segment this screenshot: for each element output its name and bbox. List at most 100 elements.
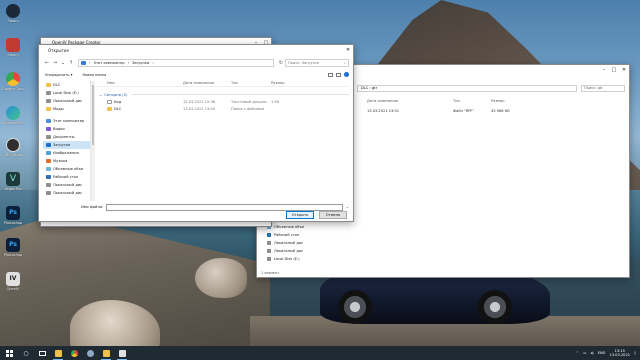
nav-item-documents[interactable]: Документы xyxy=(43,133,90,141)
nav-item-dlc[interactable]: DLC xyxy=(43,81,90,89)
scrollbar-thumb[interactable] xyxy=(92,85,94,145)
refresh-icon[interactable]: ↻ xyxy=(277,59,285,67)
desktop-icon-openiv[interactable]: IV OpenIV xyxy=(2,272,24,291)
downloads-icon xyxy=(81,60,86,65)
taskbar-app-steam[interactable] xyxy=(82,346,98,360)
nav-item-mods[interactable]: Моды xyxy=(43,105,90,113)
desktop-icon-obs[interactable]: OBS Studio xyxy=(2,138,24,157)
explorer-search-input[interactable]: Поиск: gtr xyxy=(581,85,625,92)
file-list: Имя Дата изменения Тип Размер ⌄ Сегодня … xyxy=(97,79,349,201)
nav-item-videos[interactable]: Видео xyxy=(43,125,90,133)
task-view-icon xyxy=(38,350,46,356)
taskbar-app-openiv[interactable] xyxy=(114,346,130,360)
nav-item[interactable]: Локальный дис xyxy=(267,247,304,255)
nav-item-music[interactable]: Музыка xyxy=(43,157,90,165)
preview-pane-icon[interactable] xyxy=(336,72,341,77)
network-icon[interactable]: ▭ xyxy=(583,351,586,355)
column-header-date[interactable]: Дата изменения xyxy=(367,99,398,103)
nav-item-local-disk-d[interactable]: Локальный дис xyxy=(43,189,90,197)
change-view-icon[interactable] xyxy=(328,72,333,77)
column-header-size[interactable]: Размер xyxy=(271,81,301,85)
open-button[interactable]: Открыть xyxy=(286,211,314,219)
cancel-button[interactable]: Отмена xyxy=(319,211,347,219)
help-icon[interactable] xyxy=(344,72,349,77)
breadcrumb-downloads[interactable]: Загрузки xyxy=(132,61,149,65)
windows-icon xyxy=(5,349,13,357)
desktop-icon-edge[interactable]: Microsoft Edge xyxy=(2,106,24,125)
desktop-icon-steam-2[interactable]: Steam xyxy=(2,38,24,57)
nav-item-pictures[interactable]: Изображения xyxy=(43,149,90,157)
open-file-dialog[interactable]: Открытие ✕ ← → ⌄ ↑ › Этот компьютер › За… xyxy=(38,44,354,222)
back-icon[interactable]: ← xyxy=(43,59,51,67)
taskbar-app-folder[interactable] xyxy=(98,346,114,360)
text-file-icon xyxy=(107,99,112,104)
view-options xyxy=(328,72,349,77)
videos-icon xyxy=(46,127,51,131)
new-folder-button[interactable]: Новая папка xyxy=(82,73,106,77)
start-button[interactable] xyxy=(0,346,18,360)
nav-pane-scrollbar[interactable] xyxy=(91,81,95,201)
group-header-today[interactable]: ⌄ Сегодня (2) xyxy=(97,91,349,98)
close-button[interactable]: ✕ xyxy=(343,46,353,55)
file-row[interactable]: DLC 13.03.2021 13:00 Папка с файлами xyxy=(97,105,349,112)
column-header-name[interactable]: Имя xyxy=(97,81,183,85)
column-header-size[interactable]: Размер xyxy=(491,99,504,103)
file-list-header: Имя Дата изменения Тип Размер xyxy=(97,79,349,87)
chevron-up-icon[interactable]: ⌃ xyxy=(576,351,579,355)
search-icon: ○ xyxy=(23,349,29,357)
up-icon[interactable]: ↑ xyxy=(67,59,75,67)
chevron-down-icon[interactable]: ⌄ xyxy=(346,205,349,209)
desktop-icon-steam[interactable]: Steam xyxy=(2,4,24,23)
desktop-icon-photoshop-2[interactable]: Ps Photoshop xyxy=(2,238,24,257)
desktop-icon-vegas[interactable]: V Vegas Pro xyxy=(2,172,24,191)
forward-icon[interactable]: → xyxy=(51,59,59,67)
search-button[interactable]: ○ xyxy=(18,346,34,360)
minimize-button[interactable]: – xyxy=(599,65,609,74)
dialog-address-bar[interactable]: › Этот компьютер › Загрузки › xyxy=(78,58,274,67)
pictures-icon xyxy=(46,151,51,155)
maximize-button[interactable]: □ xyxy=(609,65,619,74)
nav-item-local-disk-c[interactable]: Локальный дис xyxy=(43,181,90,189)
breadcrumb-this-pc[interactable]: Этот компьютер xyxy=(93,61,124,65)
close-button[interactable]: ✕ xyxy=(619,65,629,74)
language-indicator[interactable]: ENG xyxy=(598,351,606,355)
nav-item[interactable]: Рабочий стол xyxy=(267,231,304,239)
file-row[interactable]: Код 13.03.2021 12:38 Текстовый докуме...… xyxy=(97,98,349,105)
column-header-type[interactable]: Тип xyxy=(453,99,460,103)
nav-item-downloads[interactable]: Загрузки xyxy=(43,141,90,149)
objects-icon xyxy=(46,167,51,171)
nav-item-desktop[interactable]: Рабочий стол xyxy=(43,173,90,181)
explorer-address-bar[interactable]: DLC › gtr xyxy=(357,85,577,92)
taskbar-app-chrome[interactable] xyxy=(66,346,82,360)
nav-item[interactable]: Объемные объе xyxy=(267,223,304,231)
clock[interactable]: 13:15 13.03.2021 xyxy=(609,349,630,358)
volume-icon[interactable]: ◂) xyxy=(590,351,593,355)
desktop-icon-chrome[interactable]: Google Chrome xyxy=(2,72,24,91)
obs-icon xyxy=(6,138,20,152)
wallpaper-car-wheel xyxy=(478,290,512,324)
notifications-icon[interactable]: ▯ xyxy=(634,351,636,355)
column-header-date[interactable]: Дата изменения xyxy=(183,81,231,85)
dialog-search-input[interactable]: Поиск: Загрузки ⌕ xyxy=(285,58,349,67)
chrome-icon xyxy=(70,349,78,357)
dialog-titlebar[interactable]: Открытие ✕ xyxy=(39,45,353,55)
dialog-nav-pane: DLC Local Disk (E:) Локальный дис Моды Э… xyxy=(43,81,91,201)
drive-icon xyxy=(267,241,271,245)
search-icon: ⌕ xyxy=(343,60,346,65)
task-view-button[interactable] xyxy=(34,346,50,360)
organize-button[interactable]: Упорядочить ▾ xyxy=(45,73,72,77)
desktop-icon-photoshop[interactable]: Ps Photoshop xyxy=(2,206,24,225)
nav-item-this-pc[interactable]: Этот компьютер xyxy=(43,117,90,125)
nav-item-local-disk-e[interactable]: Local Disk (E:) xyxy=(43,89,90,97)
column-header-type[interactable]: Тип xyxy=(231,81,271,85)
nav-item[interactable]: Локальный дис xyxy=(267,239,304,247)
nav-item[interactable]: Local Disk (E:) xyxy=(267,255,304,263)
recent-locations-icon[interactable]: ⌄ xyxy=(59,59,67,67)
dialog-buttons: Открыть Отмена xyxy=(286,211,347,219)
dialog-title: Открытие xyxy=(48,47,69,53)
filename-input[interactable] xyxy=(106,203,343,211)
taskbar-app-explorer[interactable] xyxy=(50,346,66,360)
computer-icon xyxy=(46,119,51,123)
nav-item-local-disk[interactable]: Локальный дис xyxy=(43,97,90,105)
nav-item-3d-objects[interactable]: Объемные объе xyxy=(43,165,90,173)
